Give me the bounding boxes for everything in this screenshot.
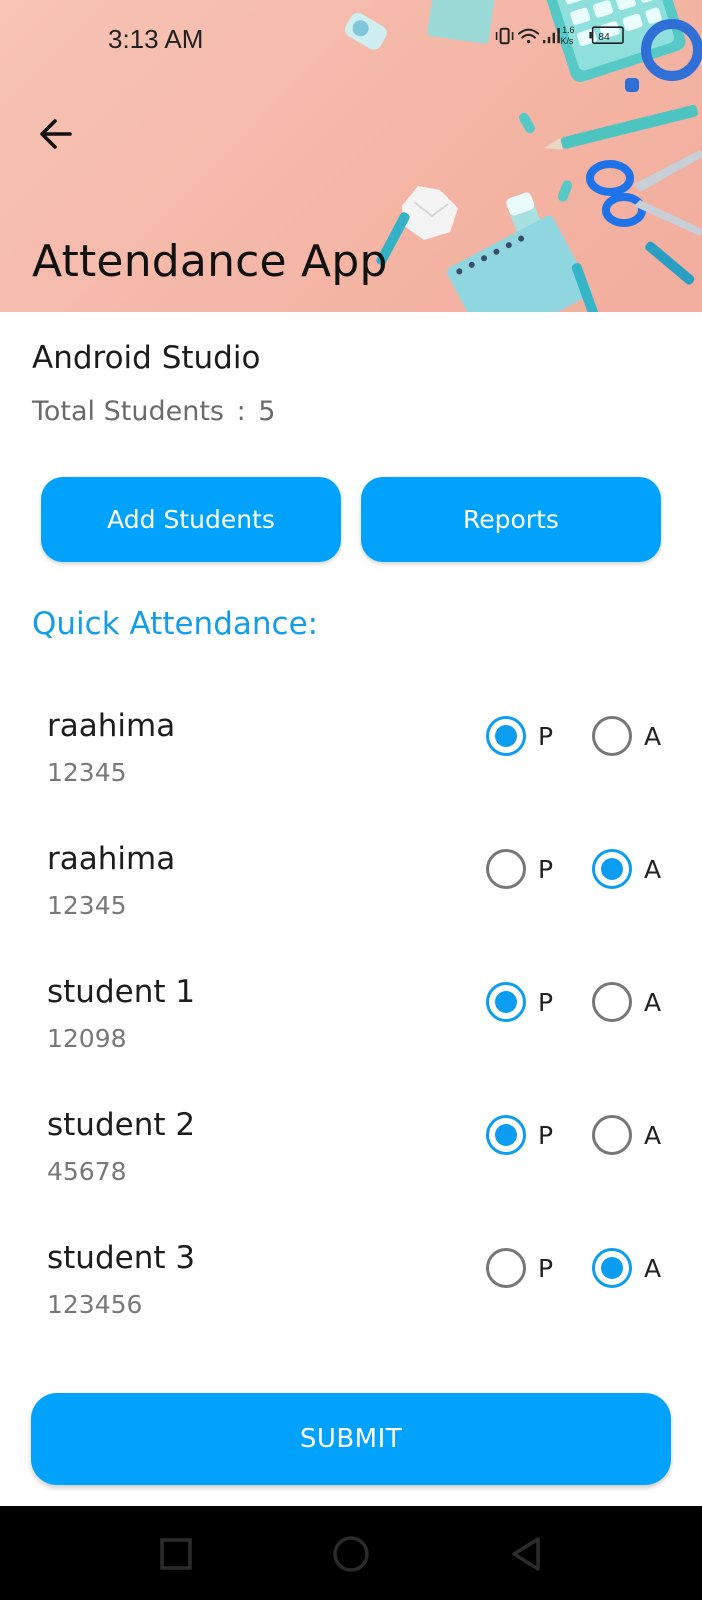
header-banner: 3:13 AM 1.6 K/s 84 Attendance App	[0, 0, 702, 312]
present-radio[interactable]: P	[486, 849, 553, 889]
radio-circle[interactable]	[592, 1115, 632, 1155]
network-speed-unit: K/s	[561, 36, 574, 46]
student-name: student 3	[47, 1240, 196, 1276]
student-id: 123456	[47, 1290, 143, 1319]
present-radio[interactable]: P	[486, 982, 553, 1022]
vibrate-icon	[495, 27, 514, 45]
present-radio[interactable]: P	[486, 716, 553, 756]
student-name: student 1	[47, 974, 196, 1010]
student-row: raahima 12345 P A	[0, 829, 702, 959]
absent-radio[interactable]: A	[592, 849, 661, 889]
present-label: P	[538, 987, 554, 1017]
present-label: P	[538, 721, 554, 751]
student-id: 12345	[47, 891, 127, 920]
radio-circle[interactable]	[486, 1115, 526, 1155]
radio-circle[interactable]	[592, 1248, 632, 1288]
student-row: raahima 12345 P A	[0, 696, 702, 826]
system-navigation-bar	[0, 1506, 702, 1600]
student-id: 12345	[47, 758, 127, 787]
student-id: 45678	[47, 1157, 127, 1186]
student-name: student 2	[47, 1107, 196, 1143]
submit-button[interactable]: SUBMIT	[31, 1393, 671, 1485]
radio-circle[interactable]	[592, 982, 632, 1022]
arrow-left-icon	[40, 119, 72, 149]
student-name: raahima	[47, 708, 176, 744]
absent-radio[interactable]: A	[592, 1115, 661, 1155]
battery-icon: 84	[589, 26, 624, 44]
student-row: student 2 45678 P A	[0, 1095, 702, 1225]
present-radio[interactable]: P	[486, 1248, 553, 1288]
absent-label: A	[644, 1253, 662, 1283]
home-circle-icon	[333, 1536, 369, 1572]
wifi-icon	[518, 28, 540, 44]
reports-button[interactable]: Reports	[361, 477, 661, 562]
network-speed-value: 1.6	[562, 25, 574, 35]
back-nav-button[interactable]	[500, 1528, 552, 1580]
student-row: student 3 123456 P A	[0, 1228, 702, 1358]
radio-circle[interactable]	[486, 982, 526, 1022]
absent-label: A	[644, 1120, 662, 1150]
absent-label: A	[644, 854, 662, 884]
student-row: student 1 12098 P A	[0, 962, 702, 1092]
absent-radio[interactable]: A	[592, 982, 661, 1022]
total-students-count: 5	[258, 396, 276, 427]
present-label: P	[538, 1120, 554, 1150]
back-triangle-icon	[512, 1537, 540, 1571]
present-label: P	[538, 854, 554, 884]
quick-attendance-title: Quick Attendance:	[32, 606, 319, 642]
absent-label: A	[644, 987, 662, 1017]
add-students-button[interactable]: Add Students	[41, 477, 341, 562]
present-label: P	[538, 1253, 554, 1283]
total-students-separator: :	[236, 396, 246, 427]
radio-circle[interactable]	[486, 849, 526, 889]
radio-circle[interactable]	[486, 1248, 526, 1288]
recents-square-icon	[160, 1538, 192, 1570]
back-button[interactable]	[30, 108, 82, 160]
radio-circle[interactable]	[486, 716, 526, 756]
absent-radio[interactable]: A	[592, 716, 661, 756]
total-students: Total Students : 5	[32, 396, 275, 427]
course-name: Android Studio	[32, 340, 261, 376]
signal-icon	[543, 28, 560, 44]
app-title: Attendance App	[32, 236, 388, 287]
status-time: 3:13 AM	[108, 24, 204, 54]
student-id: 12098	[47, 1024, 127, 1053]
absent-radio[interactable]: A	[592, 1248, 661, 1288]
present-radio[interactable]: P	[486, 1115, 553, 1155]
absent-label: A	[644, 721, 662, 751]
recents-button[interactable]	[150, 1528, 202, 1580]
status-icons: 1.6 K/s 84	[495, 25, 624, 46]
student-name: raahima	[47, 841, 176, 877]
home-button[interactable]	[325, 1528, 377, 1580]
battery-level: 84	[598, 32, 610, 43]
radio-circle[interactable]	[592, 716, 632, 756]
radio-circle[interactable]	[592, 849, 632, 889]
total-students-label: Total Students	[32, 396, 224, 427]
